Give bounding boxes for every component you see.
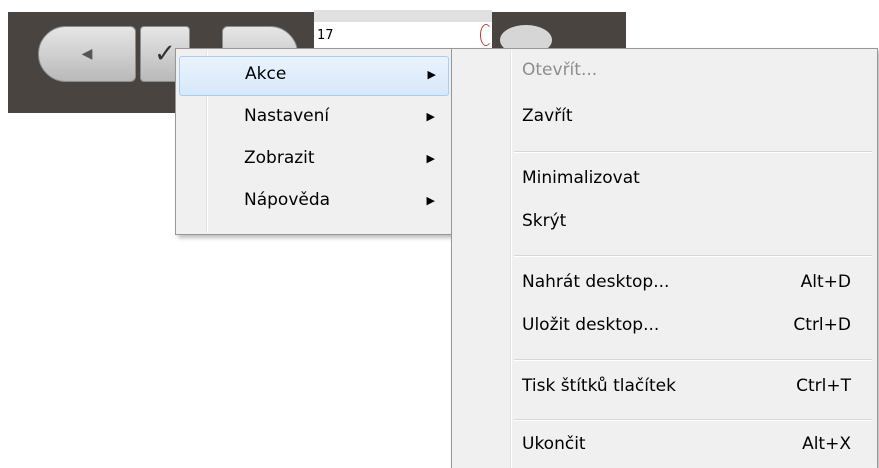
- menu-item-tisk-stitku[interactable]: Tisk štítků tlačítek Ctrl+T: [452, 371, 877, 407]
- menu-item-label: Minimalizovat: [522, 168, 640, 188]
- menu-item-label: Otevřít...: [522, 60, 598, 80]
- menu-separator: [514, 151, 872, 153]
- menu-item-akce[interactable]: Akce ▶: [179, 56, 449, 96]
- menu-item-ukoncit[interactable]: Ukončit Alt+X: [452, 429, 877, 465]
- menu-item-label: Ukončit: [522, 434, 586, 454]
- menu-item-label: Zobrazit: [244, 148, 315, 168]
- menu-item-ulozit-desktop[interactable]: Uložit desktop... Ctrl+D: [452, 310, 877, 346]
- red-arc-icon: [480, 24, 492, 46]
- menu-item-otevrit: Otevřít...: [452, 55, 877, 91]
- menu-item-napoveda[interactable]: Nápověda ▶: [179, 183, 447, 221]
- triangle-left-icon: ◀: [81, 46, 93, 62]
- menu-separator: [514, 359, 872, 361]
- submenu-arrow-icon: ▶: [427, 68, 436, 81]
- akce-submenu: Otevřít... Zavřít Minimalizovat Skrýt Na…: [451, 48, 878, 468]
- menu-item-shortcut: Alt+D: [800, 272, 851, 292]
- menu-item-label: Uložit desktop...: [522, 315, 660, 335]
- menu-item-nastaveni[interactable]: Nastavení ▶: [179, 99, 447, 137]
- menu-item-zobrazit[interactable]: Zobrazit ▶: [179, 141, 447, 179]
- main-menu: Akce ▶ Nastavení ▶ Zobrazit ▶ Nápověda ▶: [175, 48, 452, 235]
- menu-separator: [514, 419, 872, 421]
- menu-item-zavrit[interactable]: Zavřít: [452, 101, 877, 137]
- submenu-arrow-icon: ▶: [426, 110, 435, 123]
- display-value: 17: [317, 28, 334, 43]
- menu-item-label: Nastavení: [244, 106, 330, 126]
- menu-item-label: Akce: [245, 64, 287, 84]
- submenu-arrow-icon: ▶: [426, 152, 435, 165]
- menu-item-shortcut: Ctrl+D: [793, 315, 851, 335]
- menu-item-label: Tisk štítků tlačítek: [522, 376, 676, 396]
- menu-item-label: Skrýt: [522, 211, 567, 231]
- menu-item-minimalizovat[interactable]: Minimalizovat: [452, 163, 877, 199]
- back-button[interactable]: ◀: [38, 26, 136, 82]
- menu-item-skryt[interactable]: Skrýt: [452, 206, 877, 242]
- menu-item-shortcut: Ctrl+T: [796, 376, 851, 396]
- menu-item-label: Nahrát desktop...: [522, 272, 670, 292]
- menu-item-label: Zavřít: [522, 106, 573, 126]
- menu-item-shortcut: Alt+X: [802, 434, 851, 454]
- submenu-arrow-icon: ▶: [426, 194, 435, 207]
- menu-item-label: Nápověda: [244, 190, 331, 210]
- menu-separator: [514, 255, 872, 257]
- menu-item-nahrat-desktop[interactable]: Nahrát desktop... Alt+D: [452, 267, 877, 303]
